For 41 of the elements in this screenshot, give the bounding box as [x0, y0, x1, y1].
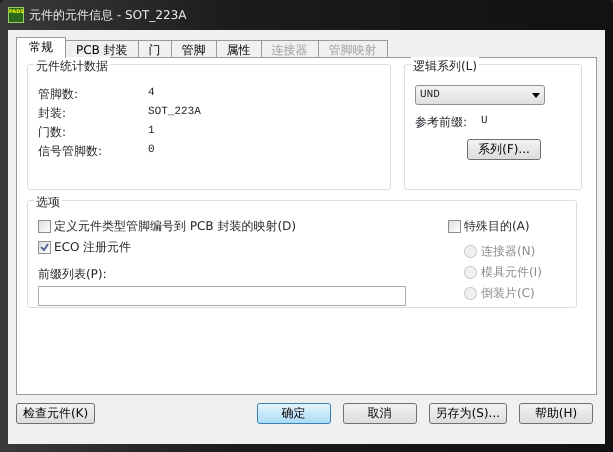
group-title: 选项 — [34, 193, 62, 211]
dialog-button[interactable]: 检查元件(K) — [16, 403, 96, 424]
prefix-list-field[interactable] — [38, 286, 406, 306]
family-button[interactable]: 系列(F)... — [467, 139, 541, 160]
dialog-button[interactable]: 取消 — [342, 403, 417, 424]
checkbox[interactable] — [38, 220, 51, 232]
tab[interactable]: 门 — [138, 40, 172, 58]
dropdown-arrow-icon — [532, 92, 540, 98]
checkbox-label: 特殊目的(A) — [464, 218, 530, 235]
field-value: 0 — [148, 143, 155, 158]
field-value: SOT_223A — [148, 105, 201, 120]
tab: 连接器 — [260, 40, 319, 58]
field-label: 门数: — [38, 124, 68, 140]
dialog-button[interactable]: 另存为(S)... — [428, 403, 507, 424]
group-title: 逻辑系列(L) — [411, 57, 480, 75]
prefix-label: 参考前缀: — [415, 114, 468, 131]
radio-label: 倒装片(C) — [481, 285, 535, 302]
radio-label: 连接器(N) — [481, 243, 536, 260]
window-title: 元件的元件信息 - SOT_223A — [29, 7, 186, 24]
logic-family-dropdown[interactable]: UND — [415, 85, 545, 105]
checkbox[interactable] — [38, 240, 51, 254]
prefix-list-label: 前缀列表(P): — [38, 266, 108, 283]
group-title: 元件统计数据 — [34, 57, 110, 75]
tab[interactable]: 管脚 — [170, 40, 217, 58]
field-value: 4 — [148, 86, 155, 101]
field-value: 1 — [148, 124, 155, 139]
dropdown-value: UND — [420, 88, 440, 103]
field-label: 封装: — [38, 105, 68, 121]
dialog-button[interactable]: 确定 — [256, 403, 331, 424]
field-label: 信号管脚数: — [38, 143, 104, 159]
tab[interactable]: 常规 — [16, 37, 66, 58]
tab: 管脚映射 — [318, 40, 388, 58]
tab[interactable]: PCB 封装 — [65, 40, 139, 58]
checkbox[interactable] — [448, 220, 461, 232]
checkbox-label: 定义元件类型管脚编号到 PCB 封装的映射(D) — [54, 218, 296, 235]
dialog-button[interactable]: 帮助(H) — [519, 403, 593, 424]
checkbox-label: ECO 注册元件 — [54, 239, 132, 256]
prefix-value: U — [481, 114, 488, 129]
radio-label: 模具元件(I) — [481, 264, 542, 281]
tab[interactable]: 属性 — [216, 40, 262, 58]
field-label: 管脚数: — [38, 86, 80, 102]
